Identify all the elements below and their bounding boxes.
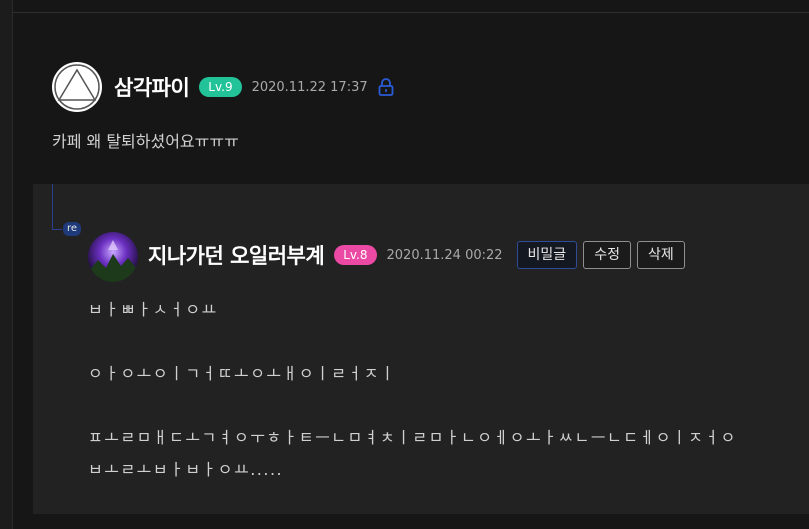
reply-line: ㅂㅏㅃㅏㅅㅓㅇㅛ [88,300,218,319]
comment-text: 카페 왜 탈퇴하셨어요ㅠㅠㅠ [52,132,239,151]
author-nickname[interactable]: 지나가던 오일러부계 [148,240,325,270]
edit-button[interactable]: 수정 [583,241,631,269]
reply-guide-line [52,184,53,229]
level-badge: Lv.8 [334,245,377,265]
delete-button[interactable]: 삭제 [636,241,685,269]
reply-badge: re [63,222,81,236]
reply-date: 2020.11.24 00:22 [386,247,503,263]
author-nickname[interactable]: 삼각파이 [114,72,190,102]
avatar[interactable] [52,62,102,112]
triangle-avatar-icon [54,64,100,110]
reply-meta: 지나가던 오일러부계 Lv.8 2020.11.24 00:22 비밀글 수정 … [148,240,685,270]
comment-meta: 삼각파이 Lv.9 2020.11.22 17:37 [114,72,395,102]
divider [12,12,809,13]
reply-line: ㅇㅏㅇㅗㅇㅣㄱㅓㄸㅗㅇㅗㅐㅇㅣㄹㅓㅈㅣ [88,364,397,383]
comment-date: 2020.11.22 17:37 [251,79,368,95]
avatar[interactable] [88,232,138,282]
reply-text: ㅂㅏㅃㅏㅅㅓㅇㅛ ㅇㅏㅇㅗㅇㅣㄱㅓㄸㅗㅇㅗㅐㅇㅣㄹㅓㅈㅣ ㅍㅗㄹㅁㅐㄷㅗㄱㅕㅇㅜ… [88,294,737,486]
reply-guide-line [52,229,62,230]
level-badge: Lv.9 [199,77,242,97]
lock-icon [377,77,395,97]
reply-line: ㅂㅗㄹㅗㅂㅏㅂㅏㅇㅛ..... [88,460,284,479]
profile-image-icon [88,232,138,282]
secret-button[interactable]: 비밀글 [516,241,578,269]
reply-line: ㅍㅗㄹㅁㅐㄷㅗㄱㅕㅇㅜㅎㅏㅌㅡㄴㅁㅕㅊㅣㄹㅁㅏㄴㅇㅔㅇㅗㅏㅆㄴㅡㄴㄷㅔㅇㅣㅈㅓㅇ [88,428,737,447]
